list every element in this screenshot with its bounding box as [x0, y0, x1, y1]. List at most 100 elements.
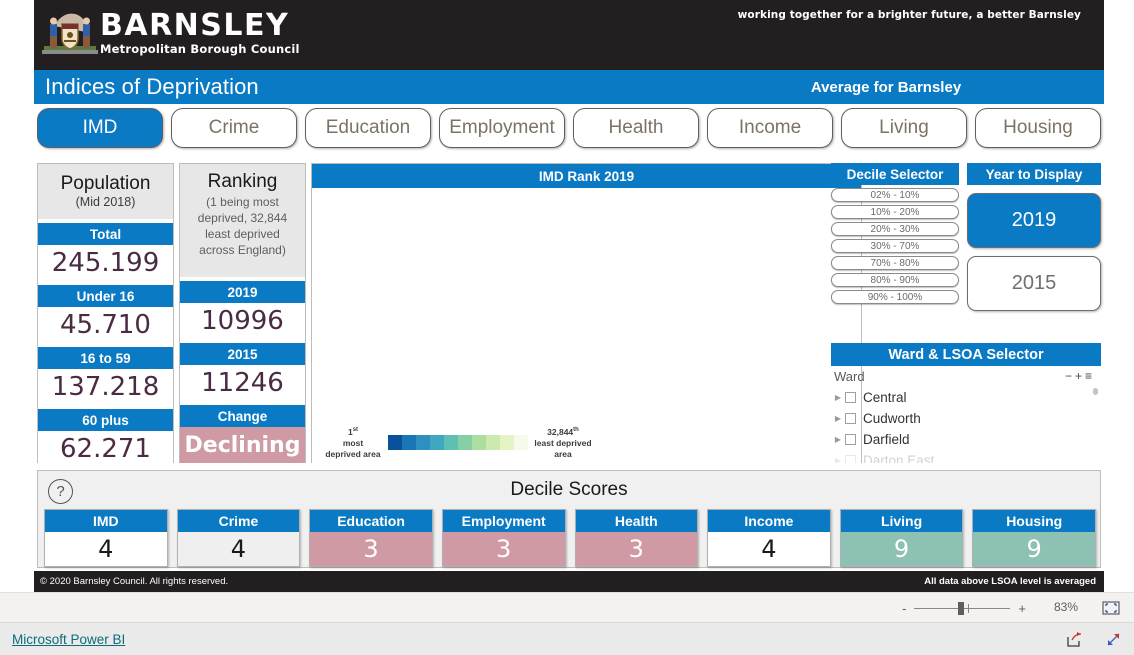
status-badge: Declining: [180, 427, 305, 463]
ward-item-central[interactable]: ▶ Central: [831, 387, 1101, 408]
score-card-imd[interactable]: IMD 4: [44, 509, 168, 567]
fullscreen-icon[interactable]: [1105, 631, 1122, 648]
expand-all-icon[interactable]: +: [1075, 369, 1085, 383]
score-value: 4: [708, 532, 830, 566]
score-card-employment[interactable]: Employment 3: [441, 509, 566, 567]
tab-imd[interactable]: IMD: [37, 108, 163, 148]
collapse-all-icon[interactable]: −: [1065, 369, 1075, 383]
score-card-education[interactable]: Education 3: [309, 509, 433, 567]
legend-swatch-5: [458, 435, 472, 451]
legend-low-text: most deprived area: [325, 438, 381, 459]
zoom-out-button[interactable]: -: [902, 601, 906, 616]
tab-education[interactable]: Education: [305, 108, 431, 148]
zoom-slider-thumb[interactable]: [958, 601, 965, 615]
zoom-control[interactable]: - +: [902, 593, 1026, 623]
population-card: Population (Mid 2018) Total 245.199 Unde…: [37, 163, 174, 467]
legend-low-label: 1st most deprived area: [324, 425, 382, 460]
checkbox[interactable]: [845, 434, 856, 445]
checkbox[interactable]: [845, 413, 856, 424]
decile-option-6[interactable]: 90% - 100%: [831, 290, 959, 304]
ward-item-label: Darfield: [863, 432, 910, 447]
score-card-living[interactable]: Living 9: [839, 509, 964, 567]
page-title: Indices of Deprivation: [45, 74, 259, 99]
ward-item-label: Cudworth: [863, 411, 921, 426]
score-label: Employment: [442, 510, 565, 532]
share-icon[interactable]: [1066, 631, 1083, 648]
decile-option-1[interactable]: 10% - 20%: [831, 205, 959, 219]
tab-label: Employment: [449, 117, 555, 138]
decile-scores-title: Decile Scores: [510, 479, 628, 500]
domain-tabs: IMD Crime Education Employment Health In…: [37, 108, 1101, 150]
ward-item-cudworth[interactable]: ▶ Cudworth: [831, 408, 1101, 429]
fit-to-page-icon[interactable]: [1102, 601, 1120, 615]
decile-option-0[interactable]: 02% - 10%: [831, 188, 959, 202]
tab-label: Housing: [1003, 117, 1073, 138]
ward-tool-icons[interactable]: −+≡: [1065, 369, 1095, 383]
decile-option-3[interactable]: 30% - 70%: [831, 239, 959, 253]
population-header: Population (Mid 2018): [38, 164, 173, 219]
legend-low-suffix: st: [352, 427, 359, 434]
score-label: Income: [708, 510, 830, 532]
brand-name: BARNSLEY: [100, 8, 290, 43]
brand-tagline: working together for a brighter future, …: [737, 9, 1081, 21]
powerbi-link[interactable]: Microsoft Power BI: [12, 632, 125, 647]
row-label: 60 plus: [38, 409, 173, 431]
row-value: 62.271: [38, 431, 173, 467]
ward-item-darton-east[interactable]: ▶ Darton East: [831, 450, 1101, 463]
score-card-income[interactable]: Income 4: [707, 509, 831, 567]
tab-housing[interactable]: Housing: [975, 108, 1101, 148]
legend-swatch-3: [430, 435, 444, 451]
decile-option-2[interactable]: 20% - 30%: [831, 222, 959, 236]
report-page: BARNSLEY Metropolitan Borough Council wo…: [34, 0, 1104, 592]
menu-icon[interactable]: ≡: [1085, 369, 1095, 383]
report-canvas: BARNSLEY Metropolitan Borough Council wo…: [0, 0, 1134, 592]
tab-label: Crime: [208, 117, 260, 138]
chevron-right-icon[interactable]: ▶: [831, 414, 845, 423]
score-card-crime[interactable]: Crime 4: [176, 509, 301, 567]
tab-crime[interactable]: Crime: [171, 108, 297, 148]
score-value: 4: [45, 532, 167, 566]
tab-label: Education: [325, 117, 411, 138]
brand-wordmark: BARNSLEY Metropolitan Borough Council: [100, 8, 300, 57]
row-label: Total: [38, 223, 173, 245]
map-visual[interactable]: IMD Rank 2019 1st most deprived area 32,…: [311, 163, 862, 464]
zoom-slider-tick: [968, 603, 970, 613]
chevron-right-icon[interactable]: ▶: [831, 456, 845, 463]
map-plot-area[interactable]: 1st most deprived area 32,844th least de…: [312, 188, 861, 464]
decile-selector-panel: Decile Selector 02% - 10% 10% - 20% 20% …: [831, 163, 959, 304]
year-selector-panel: Year to Display 2019 2015: [967, 163, 1101, 311]
score-card-health[interactable]: Health 3: [574, 509, 699, 567]
checkbox[interactable]: [845, 392, 856, 403]
ward-lsoa-selector-panel: Ward & LSOA Selector Ward −+≡ ▶ Central …: [831, 343, 1101, 463]
row-value: 11246: [180, 365, 305, 401]
tab-income[interactable]: Income: [707, 108, 833, 148]
score-value: 3: [310, 532, 432, 566]
legend-swatches: [388, 435, 528, 451]
year-selector-title: Year to Display: [967, 163, 1101, 185]
decile-option-5[interactable]: 80% - 90%: [831, 273, 959, 287]
zoom-in-button[interactable]: +: [1018, 601, 1026, 616]
checkbox[interactable]: [845, 455, 856, 463]
tab-employment[interactable]: Employment: [439, 108, 565, 148]
page-subtitle: Average for Barnsley: [810, 79, 962, 96]
legend-high-label: 32,844th least deprived area: [534, 425, 592, 460]
decile-option-4[interactable]: 70% - 80%: [831, 256, 959, 270]
tab-label: Living: [879, 117, 929, 138]
year-button-2015[interactable]: 2015: [967, 256, 1101, 311]
ward-scrollbar[interactable]: [1093, 388, 1098, 395]
chevron-right-icon[interactable]: ▶: [831, 435, 845, 444]
legend-swatch-6: [472, 435, 486, 451]
decile-selector-title: Decile Selector: [831, 163, 959, 185]
row-value: 137.218: [38, 369, 173, 405]
ranking-row-2019: 2019 10996: [180, 281, 305, 339]
tab-health[interactable]: Health: [573, 108, 699, 148]
score-value: 9: [973, 532, 1095, 566]
chevron-right-icon[interactable]: ▶: [831, 393, 845, 402]
ward-item-darfield[interactable]: ▶ Darfield: [831, 429, 1101, 450]
year-button-2019[interactable]: 2019: [967, 193, 1101, 248]
score-card-housing[interactable]: Housing 9: [972, 509, 1096, 567]
zoom-slider[interactable]: [914, 601, 1011, 615]
legend-swatch-8: [500, 435, 514, 451]
row-value: 10996: [180, 303, 305, 339]
tab-living[interactable]: Living: [841, 108, 967, 148]
